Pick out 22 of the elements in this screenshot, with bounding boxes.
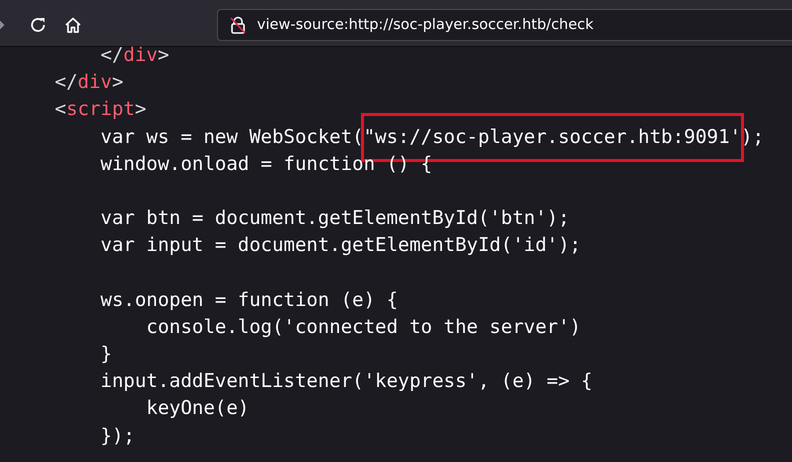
reload-icon[interactable] (29, 16, 47, 34)
tag-bracket: </ (54, 71, 78, 94)
tag-bracket: </ (100, 44, 124, 66)
code-text: input.addEventListener('keypress', (e) => { (100, 370, 592, 392)
code-text: var btn = document.getElementById('btn'); (100, 207, 570, 230)
home-icon[interactable] (64, 16, 82, 34)
tag-bracket: > (158, 44, 170, 66)
url-text: view-source:http://soc-player.soccer.htb/check (257, 17, 594, 33)
tag-bracket: < (54, 98, 66, 120)
tag-bracket: > (134, 98, 146, 120)
code-text: var input = document.getElementById('id'); (100, 234, 581, 256)
tag-bracket: > (112, 71, 124, 94)
tag-name: script (66, 98, 135, 120)
tag-name: div (78, 71, 112, 94)
tag-name: div (123, 44, 158, 66)
code-text: }); (100, 424, 135, 447)
code-text: console.log('connected to the server') (145, 316, 581, 338)
address-bar[interactable]: view-source:http://soc-player.soccer.htb/check (217, 9, 792, 41)
code-text: } (100, 343, 112, 366)
code-text: ws.onopen = function (e) { (100, 288, 398, 311)
insecure-lock-icon (230, 16, 246, 34)
code-text: keyOne(e) (145, 397, 250, 420)
